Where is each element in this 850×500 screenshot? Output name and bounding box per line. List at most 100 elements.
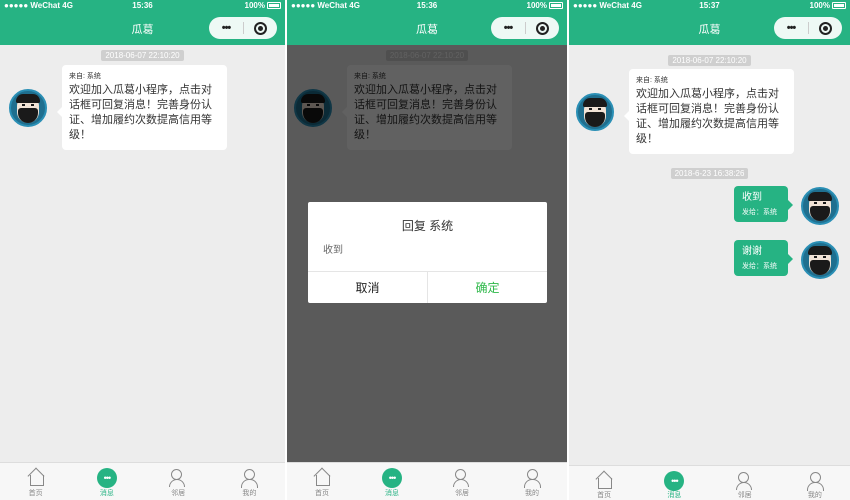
- tab-label: 邻居: [171, 490, 186, 497]
- tab-home[interactable]: 首页: [569, 466, 639, 500]
- confirm-button[interactable]: 确定: [428, 272, 547, 303]
- chat-timestamp: 2018-6-23 16:38:26: [569, 163, 850, 181]
- message-icon: [382, 468, 402, 488]
- timestamp-text: 2018-6-23 16:38:26: [670, 168, 749, 179]
- tab-label: 消息: [667, 492, 682, 499]
- tab-label: 我的: [242, 490, 257, 497]
- battery-icon: [267, 2, 281, 9]
- screen-reply-dialog: ●●●●● WeChat 4G 15:36 100% 瓜葛 ••• 2018-0…: [287, 0, 567, 500]
- message-text: 谢谢: [742, 246, 762, 257]
- tab-label: 首页: [597, 492, 612, 499]
- message-icon: [96, 468, 117, 488]
- avatar-hair: [583, 98, 607, 107]
- chat-timestamp: 2018-06-07 22:10:20: [569, 50, 850, 68]
- avatar-beard: [810, 206, 830, 221]
- avatar-eyes: [589, 108, 601, 110]
- neighbors-icon: [168, 468, 188, 488]
- tab-bar: 首页 消息 邻居 我的: [0, 462, 285, 500]
- battery-icon: [549, 2, 563, 9]
- avatar-hair: [808, 246, 832, 255]
- battery-indicator: 100%: [245, 1, 281, 10]
- system-avatar[interactable]: [9, 89, 47, 127]
- more-menu-icon[interactable]: •••: [209, 17, 243, 39]
- user-avatar[interactable]: [801, 187, 839, 225]
- more-menu-icon[interactable]: •••: [491, 17, 525, 39]
- message-from: 来自: 系统: [69, 73, 101, 80]
- battery-icon: [832, 2, 846, 9]
- close-ring-icon: [536, 21, 549, 35]
- close-ring-icon: [819, 21, 832, 35]
- mini-program-capsule: •••: [774, 17, 842, 39]
- tab-profile[interactable]: 我的: [214, 463, 285, 500]
- tab-label: 我的: [807, 492, 822, 499]
- dialog-footer: 取消 确定: [308, 271, 547, 303]
- neighbors-icon: [452, 468, 472, 488]
- battery-percent: 100%: [526, 1, 547, 10]
- message-sender: 发给：系统: [742, 209, 777, 216]
- nav-bar: 瓜葛 •••: [287, 12, 567, 45]
- close-mini-program-button[interactable]: [244, 21, 277, 35]
- screen-chat-initial: ●●●●● WeChat 4G 15:36 100% 瓜葛 ••• 2018-0…: [0, 0, 285, 500]
- avatar-beard: [810, 260, 830, 275]
- timestamp-text: 2018-06-07 22:10:20: [668, 55, 751, 66]
- home-icon: [26, 468, 46, 488]
- tab-neighbors[interactable]: 邻居: [143, 463, 214, 500]
- tab-home[interactable]: 首页: [0, 463, 71, 500]
- sent-message-bubble[interactable]: 谢谢 发给：系统: [734, 240, 793, 276]
- battery-indicator: 100%: [810, 1, 846, 10]
- tab-label: 邻居: [455, 490, 469, 497]
- close-ring-icon: [254, 21, 267, 35]
- tab-profile[interactable]: 我的: [780, 466, 850, 500]
- reply-dialog: 回复 系统 收到 取消 确定: [308, 202, 547, 303]
- cancel-button[interactable]: 取消: [308, 272, 428, 303]
- avatar-beard: [18, 108, 38, 123]
- dialog-content[interactable]: 收到: [323, 241, 343, 256]
- avatar-hair: [16, 94, 40, 103]
- message-text: 欢迎加入瓜葛小程序，点击对话框可回复消息！完善身份认证、增加履约次数提高信用等级…: [69, 84, 212, 141]
- status-bar: ●●●●● WeChat 4G 15:36 100%: [287, 0, 567, 12]
- message-from: 来自: 系统: [636, 77, 668, 84]
- sent-message-bubble[interactable]: 收到 发给：系统: [734, 186, 793, 222]
- nav-bar: 瓜葛 •••: [0, 12, 285, 45]
- tab-label: 邻居: [737, 492, 752, 499]
- screen-chat-replied: ●●●●● WeChat 4G 15:37 100% 瓜葛 ••• 2018-0…: [569, 0, 850, 500]
- nav-bar: 瓜葛 •••: [569, 12, 850, 45]
- avatar-eyes: [814, 202, 826, 204]
- profile-icon: [239, 468, 259, 488]
- more-menu-icon[interactable]: •••: [774, 17, 808, 39]
- chat-timestamp: 2018-06-07 22:10:20: [0, 45, 285, 63]
- tab-profile[interactable]: 我的: [497, 463, 567, 500]
- neighbors-icon: [735, 471, 755, 490]
- message-text: 欢迎加入瓜葛小程序，点击对话框可回复消息！完善身份认证、增加履约次数提高信用等级…: [636, 88, 779, 145]
- tab-neighbors[interactable]: 邻居: [710, 466, 780, 500]
- user-avatar[interactable]: [801, 241, 839, 279]
- tab-home[interactable]: 首页: [287, 463, 357, 500]
- clock: 15:36: [416, 1, 438, 10]
- clock: 15:37: [699, 1, 720, 10]
- home-icon: [312, 468, 332, 488]
- tab-messages[interactable]: 消息: [357, 463, 427, 500]
- system-message-bubble[interactable]: 来自: 系统 欢迎加入瓜葛小程序，点击对话框可回复消息！完善身份认证、增加履约次…: [624, 69, 794, 154]
- tab-label: 我的: [525, 490, 539, 497]
- avatar-hair: [808, 192, 832, 201]
- avatar-eyes: [814, 256, 826, 258]
- system-avatar[interactable]: [576, 93, 614, 131]
- status-bar: ●●●●● WeChat 4G 15:36 100%: [0, 0, 285, 12]
- close-mini-program-button[interactable]: [809, 21, 842, 35]
- system-message-bubble[interactable]: 来自: 系统 欢迎加入瓜葛小程序，点击对话框可回复消息！完善身份认证、增加履约次…: [57, 65, 227, 150]
- close-mini-program-button[interactable]: [526, 21, 559, 35]
- profile-icon: [805, 471, 825, 491]
- tab-bar: 首页 消息 邻居 我的: [569, 465, 850, 500]
- battery-percent: 100%: [809, 1, 830, 10]
- tab-messages[interactable]: 消息: [639, 466, 709, 500]
- timestamp-text: 2018-06-07 22:10:20: [101, 50, 184, 61]
- tab-label: 首页: [28, 490, 43, 497]
- profile-icon: [522, 468, 542, 488]
- tab-messages[interactable]: 消息: [71, 463, 142, 500]
- battery-percent: 100%: [244, 1, 265, 10]
- tab-label: 消息: [385, 490, 399, 497]
- status-bar: ●●●●● WeChat 4G 15:37 100%: [569, 0, 850, 12]
- tab-neighbors[interactable]: 邻居: [427, 463, 497, 500]
- message-sender: 发给：系统: [742, 263, 777, 270]
- dialog-title: 回复 系统: [401, 219, 454, 233]
